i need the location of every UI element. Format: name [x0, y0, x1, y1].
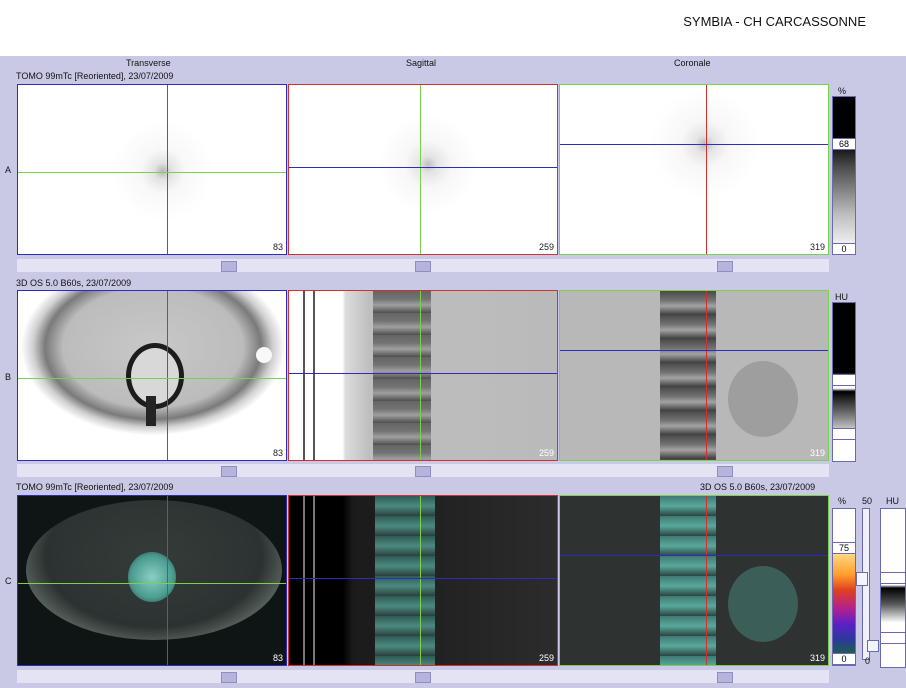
row-a-series-label: TOMO 99mTc [Reoriented], 23/07/2009 [16, 71, 174, 81]
row-c-sagittal-view[interactable]: 259 [288, 495, 558, 666]
column-header-transverse: Transverse [126, 58, 171, 68]
slice-number: 319 [809, 653, 825, 663]
row-b-slice-scrollbar[interactable] [17, 464, 829, 477]
row-c-transverse-view[interactable]: 83 [17, 495, 287, 666]
row-c-scale-unit-right: HU [886, 496, 899, 506]
row-a-color-scale[interactable] [832, 96, 856, 254]
crosshair-vertical[interactable] [167, 291, 168, 460]
crosshair-vertical[interactable] [706, 85, 707, 254]
table-line [303, 291, 305, 460]
crosshair-horizontal[interactable] [289, 373, 557, 374]
crosshair-vertical[interactable] [167, 496, 168, 665]
row-c-slice-scrollbar[interactable] [17, 670, 829, 683]
slice-number: 83 [272, 448, 283, 458]
slice-number: 83 [272, 653, 283, 663]
column-header-coronal: Coronale [674, 58, 711, 68]
row-a-scale-min[interactable]: 0 [832, 243, 856, 255]
spine-image [660, 291, 716, 460]
row-a-scale-max[interactable]: 68 [832, 138, 856, 150]
row-c-label: C [5, 576, 12, 586]
row-b-sagittal-view[interactable]: 259 [288, 290, 558, 461]
coronal-scroll-thumb[interactable] [717, 466, 733, 477]
row-c-coronal-view[interactable]: 319 [559, 495, 829, 666]
slice-number: 259 [538, 448, 554, 458]
crosshair-horizontal[interactable] [18, 378, 286, 379]
slice-number: 83 [272, 242, 283, 252]
kidney-fused-image [728, 566, 798, 642]
row-c-ct-window-upper-handle[interactable] [880, 572, 906, 584]
crosshair-vertical[interactable] [167, 85, 168, 254]
row-c-scale-min[interactable]: 0 [832, 653, 856, 665]
table-line [313, 496, 315, 665]
spine-image [373, 291, 431, 460]
row-a-coronal-view[interactable]: 319 [559, 84, 829, 255]
crosshair-horizontal[interactable] [560, 555, 828, 556]
row-b-scale-unit: HU [835, 292, 848, 302]
row-c-scale-unit-left: % [838, 496, 847, 506]
row-a-scale-unit: % [838, 86, 847, 96]
transverse-scroll-thumb[interactable] [221, 261, 237, 272]
row-a-transverse-view[interactable]: 83 [17, 84, 287, 255]
row-b-window-upper-handle[interactable] [832, 374, 856, 386]
fusion-blend-slider-handle[interactable] [856, 572, 868, 586]
contrast-spot-image [256, 347, 272, 363]
table-line [313, 291, 315, 460]
row-c-scale-max[interactable]: 75 [832, 542, 856, 554]
row-b-window-lower-handle[interactable] [832, 428, 856, 440]
uptake-hotspot [128, 552, 176, 602]
crosshair-horizontal[interactable] [289, 578, 557, 579]
row-b-label: B [5, 372, 12, 382]
crosshair-horizontal[interactable] [289, 167, 557, 168]
fusion-blend-lower-handle[interactable] [867, 640, 879, 652]
column-header-sagittal: Sagittal [406, 58, 437, 68]
slice-number: 259 [538, 653, 554, 663]
kidney-image [728, 361, 798, 437]
slice-number: 259 [538, 242, 554, 252]
row-b-coronal-view[interactable]: 319 [559, 290, 829, 461]
row-c-series-label-right: 3D OS 5.0 B60s, 23/07/2009 [700, 482, 816, 492]
row-c-ct-window-lower-handle[interactable] [880, 632, 906, 644]
row-c-ct-grayscale[interactable] [880, 508, 906, 668]
crosshair-horizontal[interactable] [18, 172, 286, 173]
row-a-sagittal-view[interactable]: 259 [288, 84, 558, 255]
row-c-series-label-left: TOMO 99mTc [Reoriented], 23/07/2009 [16, 482, 174, 492]
crosshair-vertical[interactable] [706, 496, 707, 665]
row-a-slice-scrollbar[interactable] [17, 259, 829, 272]
row-b-series-label: 3D OS 5.0 B60s, 23/07/2009 [16, 278, 132, 288]
coronal-scroll-thumb[interactable] [717, 261, 733, 272]
sagittal-scroll-thumb[interactable] [415, 466, 431, 477]
crosshair-vertical[interactable] [420, 85, 421, 254]
sagittal-scroll-thumb[interactable] [415, 261, 431, 272]
slice-number: 319 [809, 242, 825, 252]
crosshair-vertical[interactable] [420, 291, 421, 460]
transverse-scroll-thumb[interactable] [221, 672, 237, 683]
slice-number: 319 [809, 448, 825, 458]
crosshair-horizontal[interactable] [560, 350, 828, 351]
app-title: SYMBIA - CH CARCASSONNE [683, 14, 866, 29]
crosshair-horizontal[interactable] [560, 144, 828, 145]
table-line [303, 496, 305, 665]
title-bar: SYMBIA - CH CARCASSONNE [0, 0, 906, 56]
spine-fused-image [660, 496, 716, 665]
row-a-label: A [5, 165, 12, 175]
spinous-process-image [146, 396, 156, 426]
crosshair-horizontal[interactable] [18, 583, 286, 584]
spine-fused-image [375, 496, 435, 665]
row-c-color-scale[interactable] [832, 508, 856, 666]
row-b-transverse-view[interactable]: 83 [17, 290, 287, 461]
crosshair-vertical[interactable] [420, 496, 421, 665]
fusion-blend-min: 0 [865, 656, 871, 666]
coronal-scroll-thumb[interactable] [717, 672, 733, 683]
fusion-blend-value: 50 [862, 496, 873, 506]
sagittal-scroll-thumb[interactable] [415, 672, 431, 683]
crosshair-vertical[interactable] [706, 291, 707, 460]
transverse-scroll-thumb[interactable] [221, 466, 237, 477]
